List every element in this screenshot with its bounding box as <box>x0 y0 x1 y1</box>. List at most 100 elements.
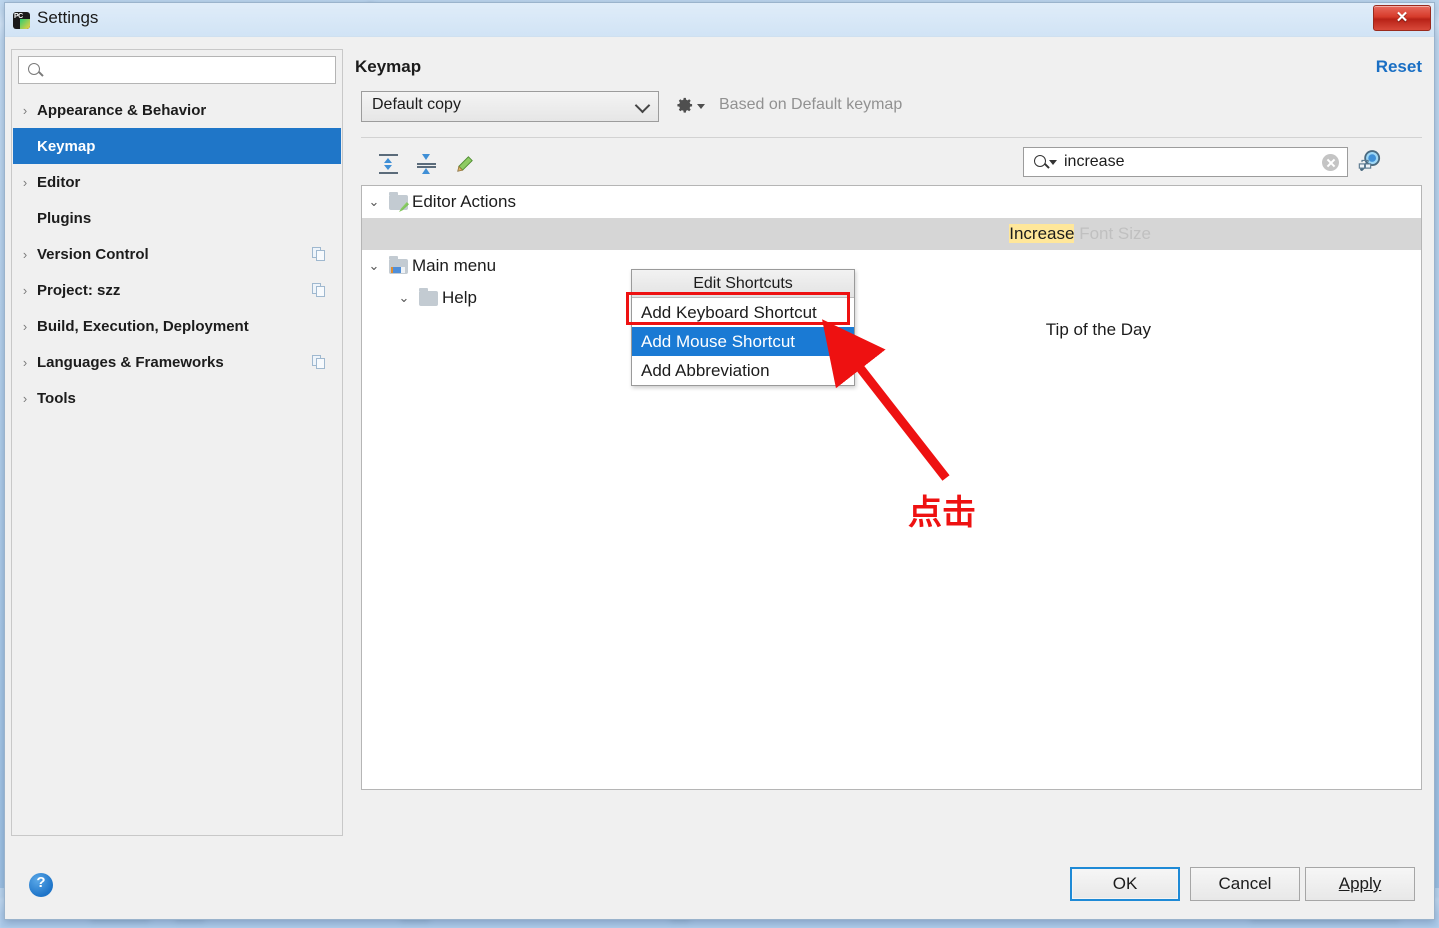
tree-row-label: Editor Actions <box>412 192 516 211</box>
gear-icon <box>677 97 693 113</box>
tree-row-label: Main menu <box>412 256 497 275</box>
sidebar-item-appearance-behavior[interactable]: › Appearance & Behavior <box>13 92 341 128</box>
keymap-search-box[interactable] <box>1023 147 1348 177</box>
menu-item-add-abbreviation[interactable]: Add Abbreviation <box>632 356 854 385</box>
sidebar-item-project-szz[interactable]: › Project: szz <box>13 272 341 308</box>
sidebar-item-build-execution-deployment[interactable]: › Build, Execution, Deployment <box>13 308 341 344</box>
ok-label: OK <box>1112 874 1138 893</box>
clear-search-icon[interactable] <box>1322 154 1339 171</box>
expand-all-icon <box>379 154 398 174</box>
keymap-gear-button[interactable] <box>675 96 707 118</box>
chevron-right-icon[interactable]: › <box>13 319 37 334</box>
chevron-down-icon <box>634 97 651 114</box>
copy-settings-icon <box>311 283 333 297</box>
help-icon: ? <box>36 874 46 891</box>
chevron-right-icon[interactable]: › <box>13 103 37 118</box>
tree-row-label: Increase Font Size <box>1009 224 1151 244</box>
tree-row[interactable]: Increase Font Size <box>362 218 1421 250</box>
dialog-titlebar: PC Settings ✕ <box>5 3 1434 37</box>
copy-settings-icon <box>311 355 333 369</box>
caret-down-icon <box>1049 160 1057 165</box>
settings-sidebar: › Appearance & Behavior Keymap › Editor Plugi… <box>11 49 343 836</box>
chevron-right-icon[interactable]: › <box>13 391 37 406</box>
collapse-all-button[interactable] <box>409 147 443 181</box>
main-menu-folder-icon <box>386 256 412 276</box>
help-button[interactable]: ? <box>29 873 53 897</box>
pane-divider <box>361 137 1422 138</box>
sidebar-item-editor[interactable]: › Editor <box>13 164 341 200</box>
sidebar-item-label: Editor <box>37 173 81 191</box>
edit-shortcut-button[interactable] <box>447 147 481 181</box>
sidebar-item-languages-frameworks[interactable]: › Languages & Frameworks <box>13 344 341 380</box>
keymap-select[interactable]: Default copy <box>361 91 659 122</box>
sidebar-list: › Appearance & Behavior Keymap › Editor Plugi… <box>13 92 341 834</box>
dialog-body: › Appearance & Behavior Keymap › Editor Plugi… <box>5 37 1434 919</box>
pencil-edit-icon <box>457 156 473 172</box>
cancel-button[interactable]: Cancel <box>1190 867 1300 901</box>
copy-settings-icon <box>311 247 333 261</box>
search-icon <box>28 63 40 75</box>
collapse-all-icon <box>417 154 436 174</box>
keymap-search-input[interactable] <box>1062 151 1312 173</box>
menu-items: Add Keyboard Shortcut Add Mouse Shortcut A… <box>632 298 854 385</box>
based-on-label: Based on Default keymap <box>719 96 903 113</box>
sidebar-item-label: Tools <box>37 389 76 407</box>
sidebar-item-version-control[interactable]: › Version Control <box>13 236 341 272</box>
tree-row[interactable]: ⌄ Help <box>362 282 1421 314</box>
sidebar-item-label: Project: szz <box>37 281 121 299</box>
tree-row-secondary-text: Font Size <box>1079 224 1151 243</box>
sidebar-item-keymap[interactable]: Keymap <box>13 128 341 164</box>
apply-label: Apply <box>1338 874 1382 893</box>
folder-icon <box>416 288 442 308</box>
chevron-down-icon[interactable]: ⌄ <box>362 258 386 274</box>
keymap-pane: Keymap Reset Default copy Based on Defau… <box>353 49 1426 790</box>
tree-row[interactable]: Tip of the Day <box>362 314 1421 346</box>
sidebar-item-label: Build, Execution, Deployment <box>37 317 249 335</box>
edit-shortcuts-menu[interactable]: Edit Shortcuts Add Keyboard Shortcut Add … <box>631 269 855 386</box>
sidebar-search-box[interactable] <box>18 56 336 84</box>
sidebar-item-plugins[interactable]: Plugins <box>13 200 341 236</box>
search-icon <box>1034 155 1046 167</box>
sidebar-item-tools[interactable]: › Tools <box>13 380 341 416</box>
pycharm-icon: PC <box>13 12 30 29</box>
keymap-select-value: Default copy <box>372 96 461 113</box>
sidebar-item-label: Languages & Frameworks <box>37 353 224 371</box>
reset-link[interactable]: Reset <box>1376 57 1422 77</box>
menu-item-add-keyboard-shortcut[interactable]: Add Keyboard Shortcut <box>632 298 854 327</box>
find-shortcut-button[interactable] <box>1356 147 1390 177</box>
sidebar-item-label: Appearance & Behavior <box>37 101 207 119</box>
tree-row-label: Help <box>442 288 477 307</box>
cancel-label: Cancel <box>1218 874 1272 893</box>
search-input[interactable] <box>47 60 329 81</box>
tree-row[interactable]: ⌄ Editor Actions <box>362 186 1421 218</box>
find-usages-icon <box>1358 150 1381 171</box>
caret-down-icon <box>697 104 705 109</box>
chevron-down-icon[interactable]: ⌄ <box>362 194 386 210</box>
sidebar-item-label: Keymap <box>37 137 96 155</box>
chevron-right-icon[interactable]: › <box>13 175 37 190</box>
ok-button[interactable]: OK <box>1070 867 1180 901</box>
close-icon: ✕ <box>1395 9 1409 26</box>
apply-button[interactable]: Apply <box>1305 867 1415 901</box>
menu-item-add-mouse-shortcut[interactable]: Add Mouse Shortcut <box>632 327 854 356</box>
chevron-right-icon[interactable]: › <box>13 247 37 262</box>
close-button[interactable]: ✕ <box>1373 5 1431 31</box>
tree-row[interactable]: ⌄ Main menu <box>362 250 1421 282</box>
chevron-right-icon[interactable]: › <box>13 355 37 370</box>
search-match-highlight: Increase <box>1009 224 1075 243</box>
tree-row-label: Tip of the Day <box>1045 320 1151 339</box>
sidebar-item-label: Version Control <box>37 245 149 263</box>
expand-all-button[interactable] <box>371 147 405 181</box>
keymap-tree[interactable]: ⌄ Editor Actions Increase Font Size ⌄ Main m… <box>361 185 1422 790</box>
chevron-right-icon[interactable]: › <box>13 283 37 298</box>
sidebar-item-label: Plugins <box>37 209 92 227</box>
settings-dialog: PC Settings ✕ › Appearance & Behavior Keym… <box>4 2 1435 920</box>
window-title: Settings <box>37 8 99 27</box>
chevron-down-icon[interactable]: ⌄ <box>392 290 416 306</box>
